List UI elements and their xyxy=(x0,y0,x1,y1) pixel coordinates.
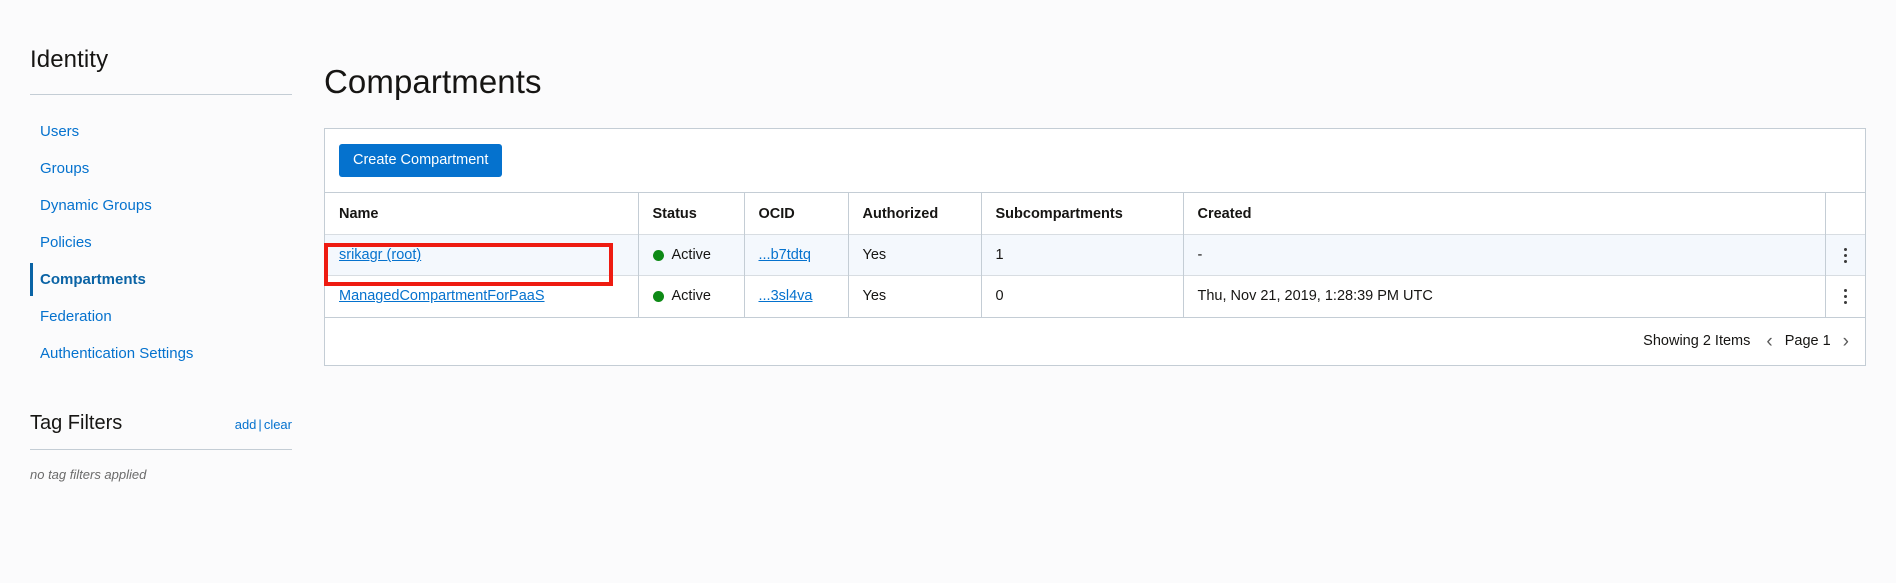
column-header-authorized[interactable]: Authorized xyxy=(848,192,982,235)
ocid-link[interactable]: ...b7tdtq xyxy=(759,247,811,263)
compartment-name-link[interactable]: ManagedCompartmentForPaaS xyxy=(339,288,545,304)
sidebar-item-federation[interactable]: Federation xyxy=(30,298,324,335)
sidebar: Identity Users Groups Dynamic Groups Pol… xyxy=(0,0,324,583)
sidebar-divider xyxy=(30,94,292,95)
column-header-status[interactable]: Status xyxy=(638,192,745,235)
main-content: Compartments Create Compartment Name Sta… xyxy=(324,0,1896,583)
compartment-name-link[interactable]: srikagr (root) xyxy=(339,247,421,263)
sidebar-item-label: Users xyxy=(40,123,80,140)
cell-authorized: Yes xyxy=(848,275,982,317)
sidebar-item-compartments[interactable]: Compartments xyxy=(30,261,324,298)
sidebar-item-policies[interactable]: Policies xyxy=(30,224,324,261)
sidebar-item-dynamic-groups[interactable]: Dynamic Groups xyxy=(30,187,324,224)
sidebar-item-label: Compartments xyxy=(40,271,146,288)
cell-created: - xyxy=(1183,234,1826,276)
chevron-left-icon[interactable]: ‹ xyxy=(1766,332,1772,351)
row-menu-icon[interactable] xyxy=(1840,235,1852,275)
column-header-name[interactable]: Name xyxy=(325,192,639,235)
sidebar-item-authentication-settings[interactable]: Authentication Settings xyxy=(30,335,324,372)
cell-created: Thu, Nov 21, 2019, 1:28:39 PM UTC xyxy=(1183,275,1826,317)
page-title: Compartments xyxy=(324,63,542,101)
status-dot-icon xyxy=(652,290,664,302)
cell-subcompartments: 1 xyxy=(981,234,1184,276)
tag-filters-actions: add | clear xyxy=(235,417,292,435)
cell-actions xyxy=(1825,234,1865,276)
create-compartment-button[interactable]: Create Compartment xyxy=(339,144,503,178)
row-menu-icon[interactable] xyxy=(1840,276,1852,317)
cell-ocid: ...b7tdtq xyxy=(744,234,849,276)
status-dot-icon xyxy=(652,249,664,261)
tag-filters-separator: | xyxy=(258,417,262,432)
table-row[interactable]: srikagr (root) Active ...b7tdtq Yes 1 - xyxy=(325,234,1865,276)
cell-authorized: Yes xyxy=(848,234,982,276)
cell-actions xyxy=(1825,275,1865,317)
column-header-ocid[interactable]: OCID xyxy=(744,192,849,235)
sidebar-item-users[interactable]: Users xyxy=(30,113,324,150)
pagination: ‹ Page 1 › xyxy=(1766,332,1849,351)
cell-status: Active xyxy=(638,234,745,276)
compartments-panel: Create Compartment Name Status OCID Auth… xyxy=(324,128,1866,366)
table-head: Name Status OCID Authorized Subcompartme… xyxy=(325,192,1865,235)
tag-filters-clear-link[interactable]: clear xyxy=(264,417,292,432)
cell-ocid: ...3sl4va xyxy=(744,275,849,317)
cell-name: srikagr (root) xyxy=(325,234,639,276)
sidebar-item-label: Policies xyxy=(40,234,92,251)
tag-filters-empty-text: no tag filters applied xyxy=(30,467,147,482)
sidebar-nav: Users Groups Dynamic Groups Policies Com… xyxy=(30,113,324,372)
cell-name: ManagedCompartmentForPaaS xyxy=(325,275,639,317)
table-body: srikagr (root) Active ...b7tdtq Yes 1 - … xyxy=(325,234,1865,317)
chevron-right-icon[interactable]: › xyxy=(1843,332,1849,351)
sidebar-item-label: Federation xyxy=(40,308,112,325)
sidebar-item-groups[interactable]: Groups xyxy=(30,150,324,187)
showing-items-label: Showing 2 Items xyxy=(1643,333,1751,350)
table-header-row: Name Status OCID Authorized Subcompartme… xyxy=(325,192,1865,235)
sidebar-item-label: Groups xyxy=(40,160,90,177)
tag-filters-header: Tag Filters add | clear xyxy=(30,412,292,435)
column-header-actions xyxy=(1825,192,1865,235)
table-row[interactable]: ManagedCompartmentForPaaS Active ...3sl4… xyxy=(325,275,1865,317)
page-label: Page 1 xyxy=(1784,333,1831,350)
sidebar-item-label: Dynamic Groups xyxy=(40,197,152,214)
table-footer: Showing 2 Items ‹ Page 1 › xyxy=(325,316,1865,365)
status-label: Active xyxy=(671,247,712,264)
status-label: Active xyxy=(671,288,712,305)
cell-subcompartments: 0 xyxy=(981,275,1184,317)
sidebar-title: Identity xyxy=(30,46,109,73)
tag-filters-title: Tag Filters xyxy=(30,412,123,434)
tag-filters-section: Tag Filters add | clear no tag filters app… xyxy=(30,412,292,482)
tag-filters-divider xyxy=(30,449,292,450)
column-header-created[interactable]: Created xyxy=(1183,192,1826,235)
sidebar-item-label: Authentication Settings xyxy=(40,345,194,362)
cell-status: Active xyxy=(638,275,745,317)
compartments-table: Name Status OCID Authorized Subcompartme… xyxy=(325,192,1865,317)
panel-toolbar: Create Compartment xyxy=(325,129,1865,192)
ocid-link[interactable]: ...3sl4va xyxy=(759,288,813,304)
compartments-page: Identity Users Groups Dynamic Groups Pol… xyxy=(0,0,1896,583)
tag-filters-add-link[interactable]: add xyxy=(235,417,257,432)
column-header-subcompartments[interactable]: Subcompartments xyxy=(981,192,1184,235)
